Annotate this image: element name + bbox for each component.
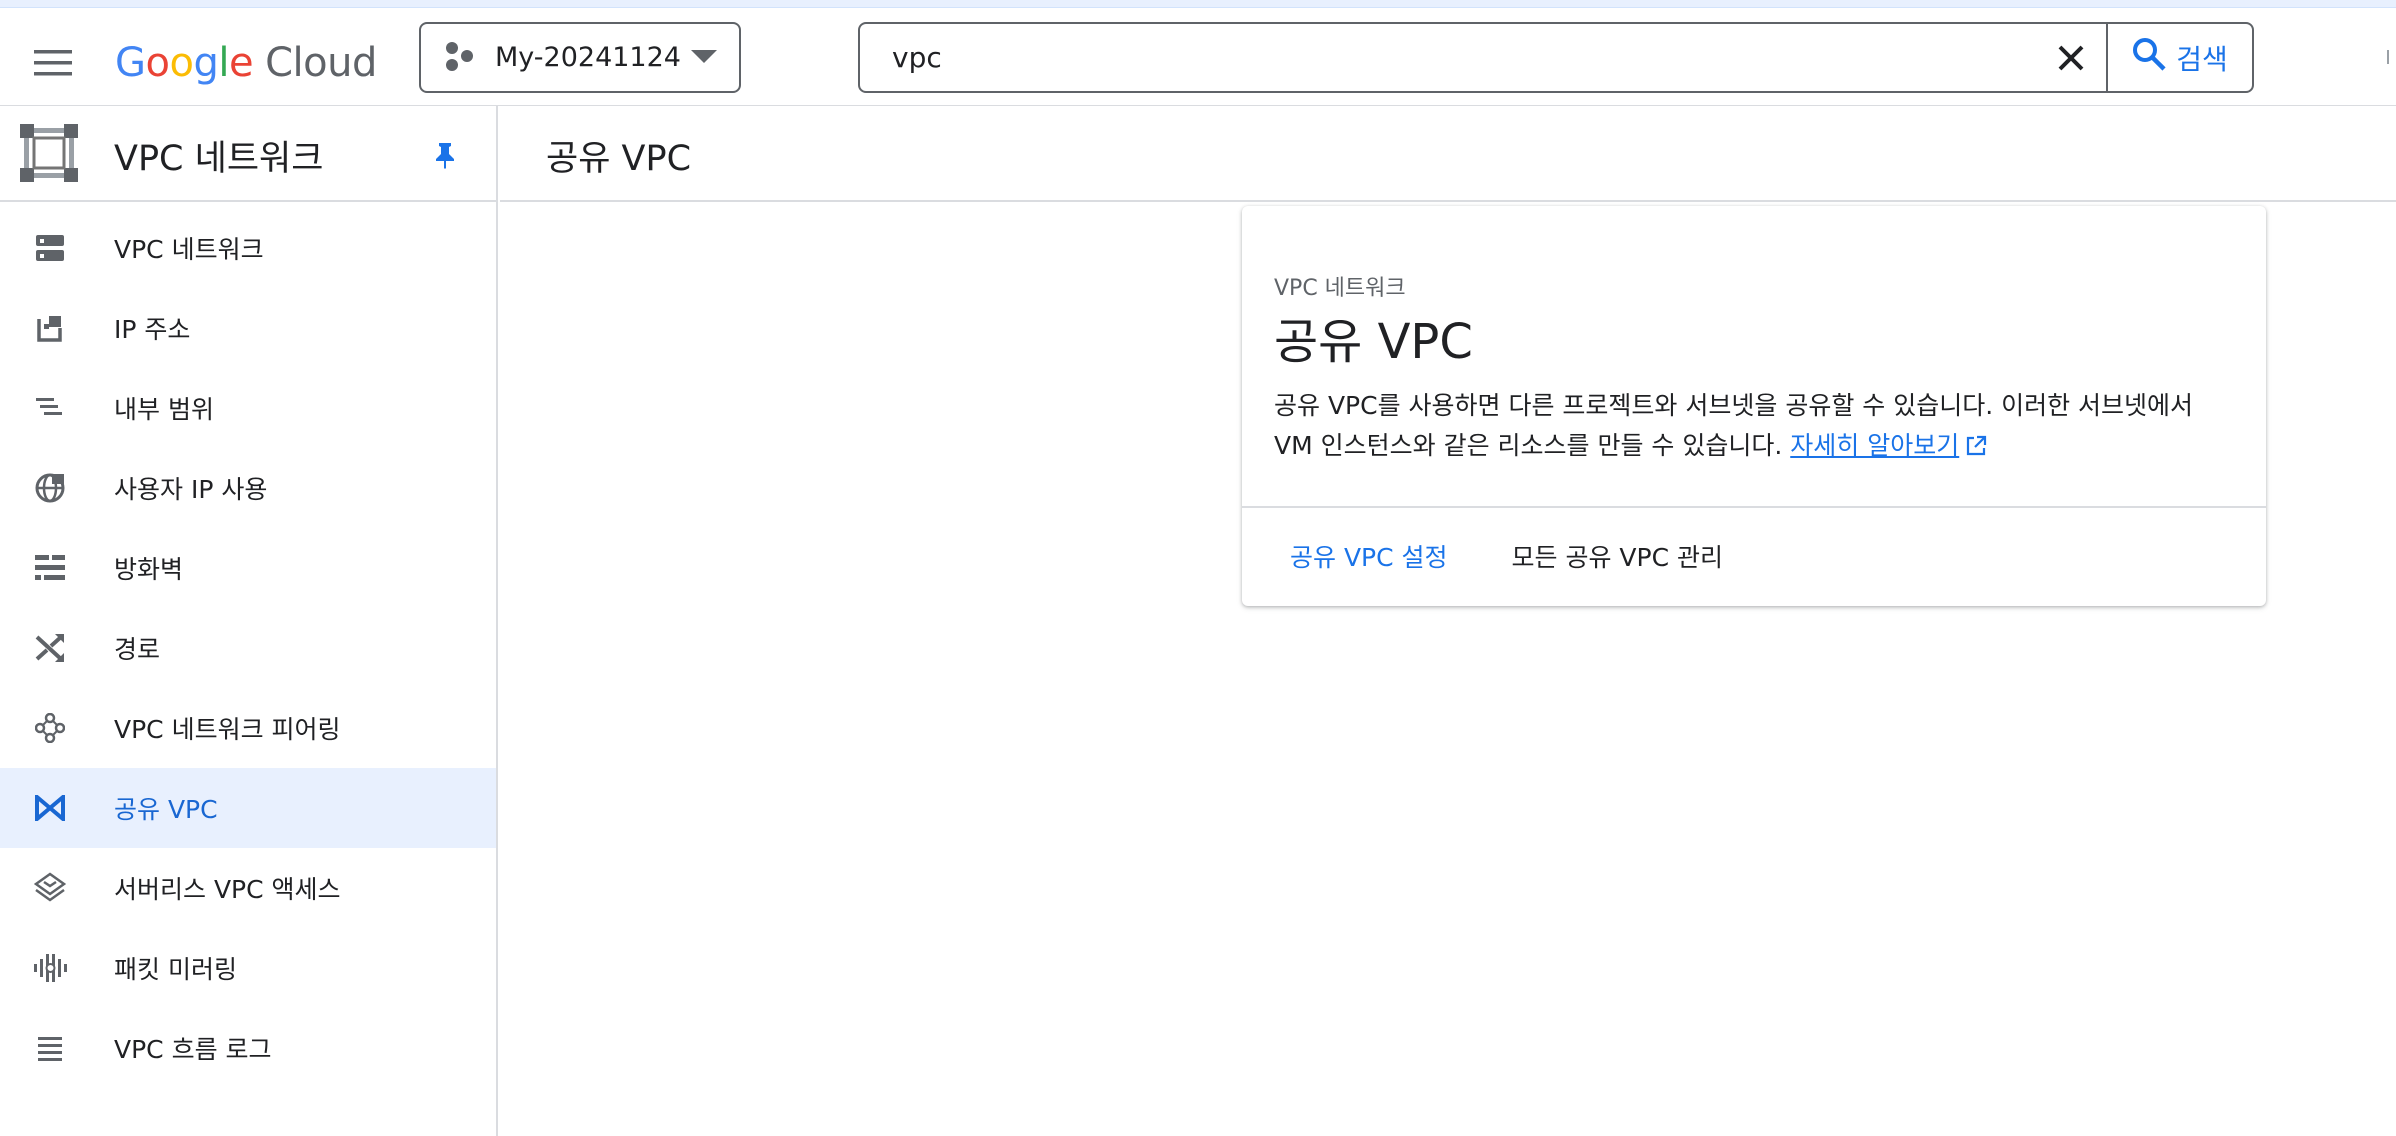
byoip-globe-icon xyxy=(30,468,70,508)
page-title: 공유 VPC xyxy=(546,139,692,179)
card-description-text: 공유 VPC를 사용하면 다른 프로젝트와 서브넷을 공유할 수 있습니다. 이… xyxy=(1274,391,2194,460)
sidebar-item-label: 경로 xyxy=(114,635,161,664)
top-accent-strip xyxy=(0,0,2396,8)
card-title: 공유 VPC xyxy=(1274,314,1473,370)
sidebar-item-firewall[interactable]: 방화벽 xyxy=(0,528,496,608)
serverless-icon xyxy=(30,868,70,908)
sidebar-item-flow-logs[interactable]: VPC 흐름 로그 xyxy=(0,1008,496,1088)
sidebar-item-label: 패킷 미러링 xyxy=(114,955,237,984)
product-title: VPC 네트워크 xyxy=(114,139,324,179)
search-button[interactable]: 검색 xyxy=(2106,24,2252,91)
sidebar-header: VPC 네트워크 xyxy=(0,106,496,202)
top-bar: Google Cloud My-20241124 검색 xyxy=(0,8,2396,106)
setup-shared-vpc-button[interactable]: 공유 VPC 설정 xyxy=(1266,526,1472,586)
sidebar-item-vpc-networks[interactable]: VPC 네트워크 xyxy=(0,208,496,288)
internal-ranges-icon xyxy=(30,388,70,428)
clear-search-icon[interactable] xyxy=(2036,24,2106,91)
search-button-label: 검색 xyxy=(2176,42,2228,76)
search-bar: 검색 xyxy=(858,22,2254,93)
sidebar-item-ip-address[interactable]: IP 주소 xyxy=(0,288,496,368)
sidebar-item-label: VPC 네트워크 xyxy=(114,235,264,264)
vpc-product-icon xyxy=(20,124,78,182)
project-picker[interactable]: My-20241124 xyxy=(419,22,741,93)
logo-google-text: Google xyxy=(115,40,254,86)
search-input[interactable] xyxy=(860,24,2036,91)
flow-logs-icon xyxy=(30,1028,70,1068)
sidebar-item-internal-ranges[interactable]: 내부 범위 xyxy=(0,368,496,448)
logo-cloud-text: Cloud xyxy=(265,40,377,86)
search-icon xyxy=(2132,37,2166,78)
main-menu-icon[interactable] xyxy=(28,38,78,88)
sidebar-item-shared-vpc[interactable]: 공유 VPC xyxy=(0,768,496,848)
shared-vpc-icon xyxy=(30,788,70,828)
sidebar-item-label: 방화벽 xyxy=(114,555,184,584)
firewall-icon xyxy=(30,548,70,588)
google-cloud-logo[interactable]: Google Cloud xyxy=(115,33,377,93)
packet-mirroring-icon xyxy=(30,948,70,988)
card-eyebrow: VPC 네트워크 xyxy=(1274,276,1406,301)
sidebar: VPC 네트워크 VPC 네트워크 IP 주소 내부 범위 사용자 IP 사용 … xyxy=(0,106,498,1136)
project-hub-icon xyxy=(443,41,477,75)
learn-more-label: 자세히 알아보기 xyxy=(1790,431,1960,460)
sidebar-item-label: 사용자 IP 사용 xyxy=(114,475,268,504)
sidebar-item-label: VPC 네트워크 피어링 xyxy=(114,715,341,744)
sidebar-item-packet-mirroring[interactable]: 패킷 미러링 xyxy=(0,928,496,1008)
sidebar-item-label: 서버리스 VPC 액세스 xyxy=(114,875,341,904)
page-header: 공유 VPC xyxy=(500,106,2396,202)
card-actions: 공유 VPC 설정 모든 공유 VPC 관리 xyxy=(1242,508,2266,604)
routes-icon xyxy=(30,628,70,668)
sidebar-item-peering[interactable]: VPC 네트워크 피어링 xyxy=(0,688,496,768)
card-description: 공유 VPC를 사용하면 다른 프로젝트와 서브넷을 공유할 수 있습니다. 이… xyxy=(1274,386,2234,466)
pin-icon[interactable] xyxy=(430,140,460,170)
sidebar-item-label: IP 주소 xyxy=(114,315,191,344)
shared-vpc-info-card: VPC 네트워크 공유 VPC 공유 VPC를 사용하면 다른 프로젝트와 서브… xyxy=(1242,206,2266,606)
sidebar-item-routes[interactable]: 경로 xyxy=(0,608,496,688)
sidebar-item-byoip[interactable]: 사용자 IP 사용 xyxy=(0,448,496,528)
topbar-overflow-edge xyxy=(2382,46,2396,70)
learn-more-link[interactable]: 자세히 알아보기 xyxy=(1790,431,1987,460)
ip-address-icon xyxy=(30,308,70,348)
manage-all-shared-vpc-button[interactable]: 모든 공유 VPC 관리 xyxy=(1488,526,1747,586)
chevron-down-icon xyxy=(691,48,717,68)
external-link-icon xyxy=(1965,429,1987,456)
sidebar-item-serverless-vpc-access[interactable]: 서버리스 VPC 액세스 xyxy=(0,848,496,928)
sidebar-item-label: VPC 흐름 로그 xyxy=(114,1035,272,1064)
sidebar-item-label: 공유 VPC xyxy=(114,795,218,824)
sidebar-nav: VPC 네트워크 IP 주소 내부 범위 사용자 IP 사용 방화벽 경로 VP… xyxy=(0,208,496,1088)
peering-icon xyxy=(30,708,70,748)
vpc-networks-icon xyxy=(30,228,70,268)
project-name: My-20241124 xyxy=(495,42,681,73)
sidebar-item-label: 내부 범위 xyxy=(114,395,214,424)
